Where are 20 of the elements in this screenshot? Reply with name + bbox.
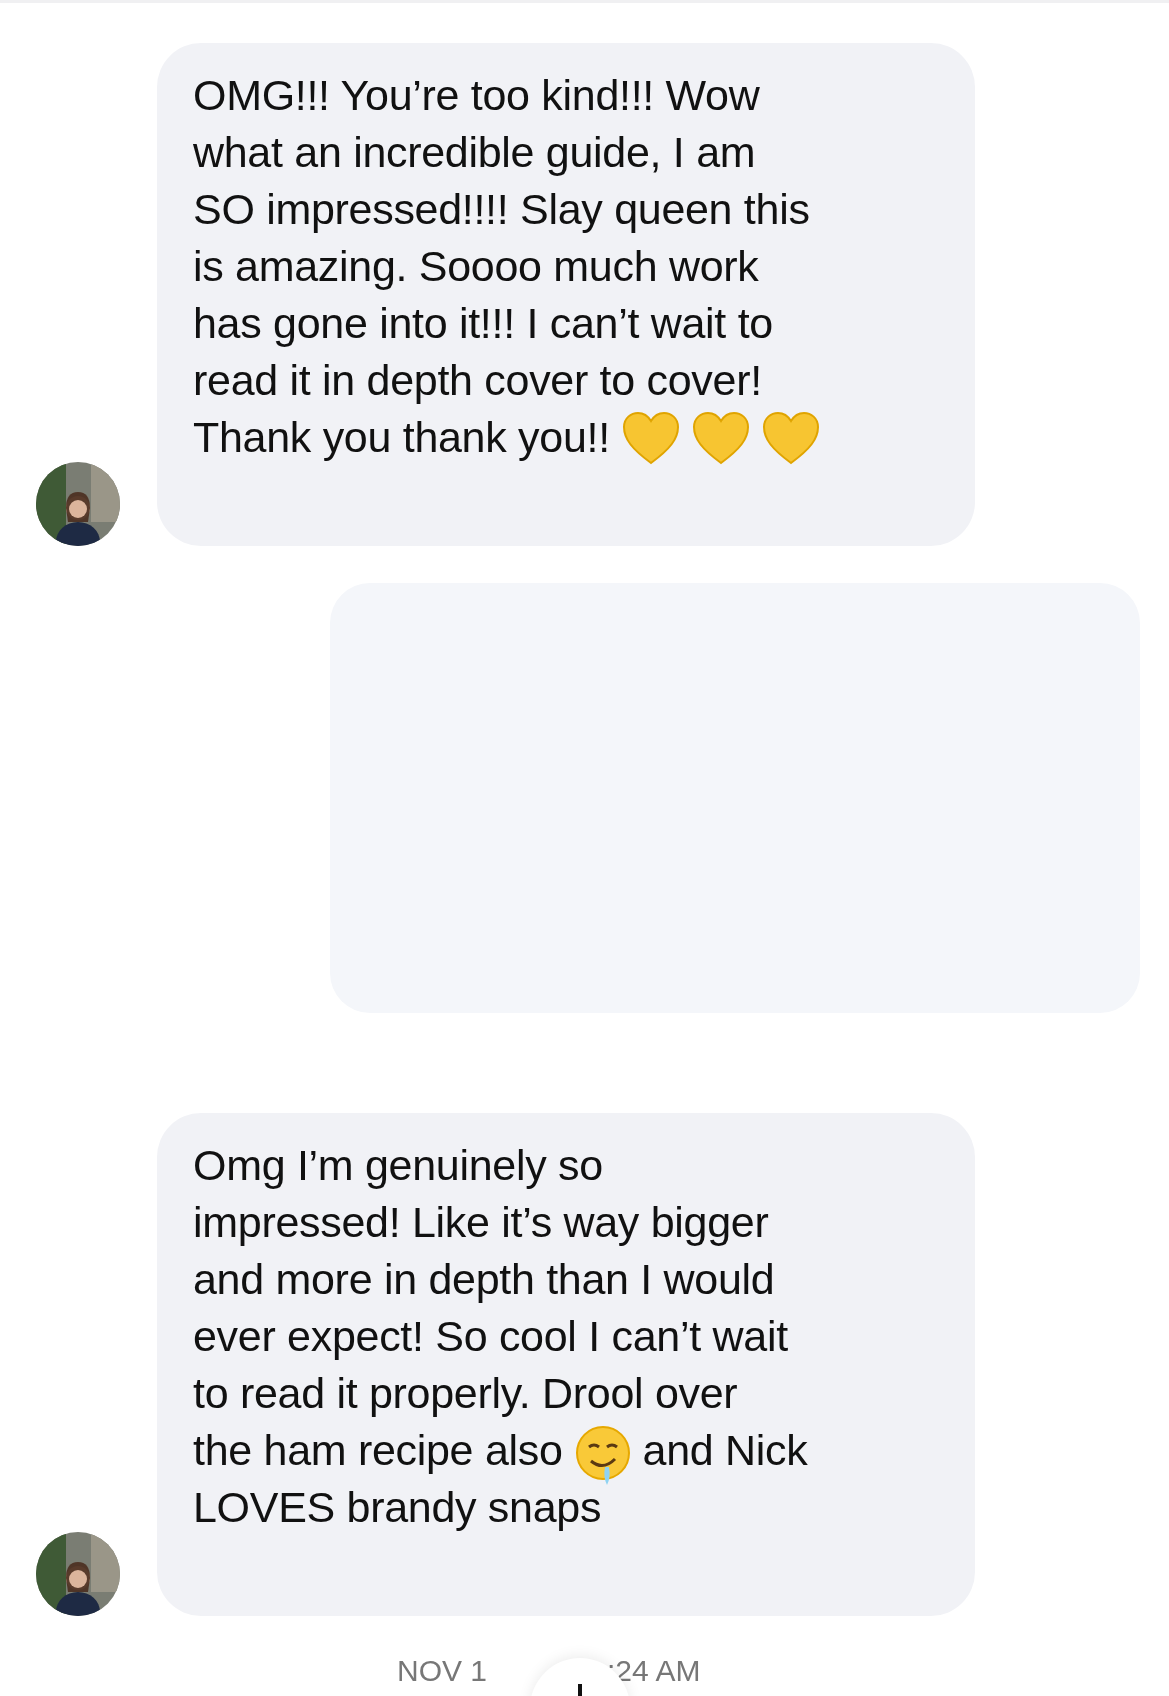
heart-icon	[761, 410, 820, 465]
message-text: what an incredible guide, I am	[193, 127, 756, 178]
message-text: Omg I’m genuinely so	[193, 1140, 603, 1191]
message-text: ever expect! So cool I can’t wait	[193, 1311, 788, 1362]
message-text: to read it properly. Drool over	[193, 1368, 738, 1419]
message-text: the ham recipe also	[193, 1425, 563, 1476]
message-text: and more in depth than I would	[193, 1254, 775, 1305]
message-text: Thank you thank you!!	[193, 412, 610, 463]
heart-icon	[621, 410, 680, 465]
timestamp: NOV 1	[397, 1654, 488, 1688]
message-text: has gone into it!!! I can’t wait to	[193, 298, 773, 349]
message-text: OMG!!! You’re too kind!!! Wow	[193, 70, 760, 121]
heart-icon	[691, 410, 750, 465]
message-text: read it in depth cover to cover!	[193, 355, 762, 406]
drooling-face-icon	[574, 1424, 631, 1487]
message-text: is amazing. Soooo much work	[193, 241, 759, 292]
message-text: SO impressed!!!! Slay queen this	[193, 184, 810, 235]
message-text: impressed! Like it’s way bigger	[193, 1197, 769, 1248]
message-text: LOVES brandy snaps	[193, 1482, 602, 1533]
message-text: and Nick	[642, 1425, 808, 1476]
